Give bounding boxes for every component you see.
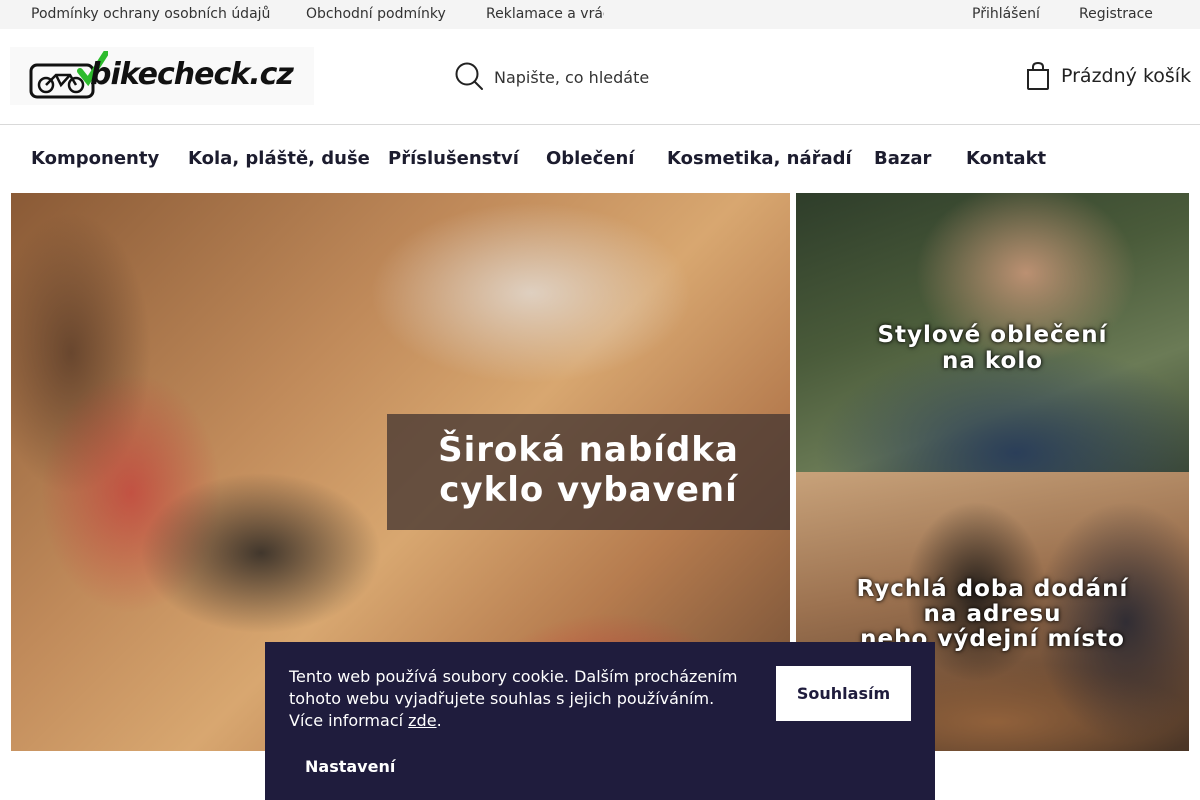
- main-nav: Komponenty Kola, pláště, duše Příslušens…: [0, 125, 1200, 193]
- register-link[interactable]: Registrace: [1079, 6, 1153, 22]
- cookie-agree-button[interactable]: Souhlasím: [776, 666, 911, 721]
- shopping-bag-icon: [1027, 61, 1049, 90]
- logo-text: bikecheck.cz: [90, 57, 294, 92]
- cookie-text: Tento web používá soubory cookie. Dalším…: [289, 666, 749, 732]
- cookie-settings-button[interactable]: Nastavení: [305, 757, 395, 776]
- nav-item-clothing[interactable]: Oblečení: [546, 148, 634, 169]
- header: bikecheck.cz Prázdný košík: [0, 29, 1200, 125]
- cookie-period: .: [436, 711, 442, 730]
- cookie-consent-bar: Tento web používá soubory cookie. Dalším…: [265, 642, 935, 800]
- topbar-link-terms[interactable]: Obchodní podmínky: [306, 6, 446, 22]
- banner-clothing-line2: na kolo: [941, 348, 1044, 374]
- banner-clothing[interactable]: Stylové oblečení na kolo: [796, 193, 1189, 472]
- banner-main-line1: Široká nabídka: [438, 430, 739, 470]
- logo[interactable]: bikecheck.cz: [10, 47, 314, 105]
- nav-item-cosmetics-tools[interactable]: Kosmetika, nářadí: [667, 148, 852, 169]
- banner-delivery-line2: na adresu: [923, 601, 1062, 627]
- banner-clothing-line1: Stylové oblečení: [877, 322, 1108, 348]
- top-bar: Podmínky ochrany osobních údajů Obchodní…: [0, 0, 1200, 29]
- topbar-link-privacy[interactable]: Podmínky ochrany osobních údajů: [31, 6, 270, 22]
- cookie-more-info-link[interactable]: zde: [408, 711, 436, 730]
- nav-item-bikes-tires[interactable]: Kola, pláště, duše: [188, 148, 370, 169]
- banner-main-caption: Široká nabídka cyklo vybavení: [387, 414, 790, 530]
- search-bar: [454, 61, 874, 93]
- search-icon[interactable]: [454, 61, 484, 91]
- banner-main-line2: cyklo vybavení: [439, 470, 738, 510]
- topbar-link-returns[interactable]: Reklamace a vrác: [486, 6, 604, 22]
- nav-item-accessories[interactable]: Příslušenství: [388, 148, 519, 169]
- nav-item-components[interactable]: Komponenty: [31, 148, 159, 169]
- login-link[interactable]: Přihlášení: [972, 6, 1040, 22]
- search-input[interactable]: [494, 65, 834, 89]
- nav-item-bazaar[interactable]: Bazar: [874, 148, 931, 169]
- banner-delivery-line1: Rychlá doba dodání: [856, 576, 1129, 602]
- cart-label: Prázdný košík: [1061, 65, 1192, 87]
- cookie-message: Tento web používá soubory cookie. Dalším…: [289, 667, 738, 730]
- nav-item-contact[interactable]: Kontakt: [966, 148, 1046, 169]
